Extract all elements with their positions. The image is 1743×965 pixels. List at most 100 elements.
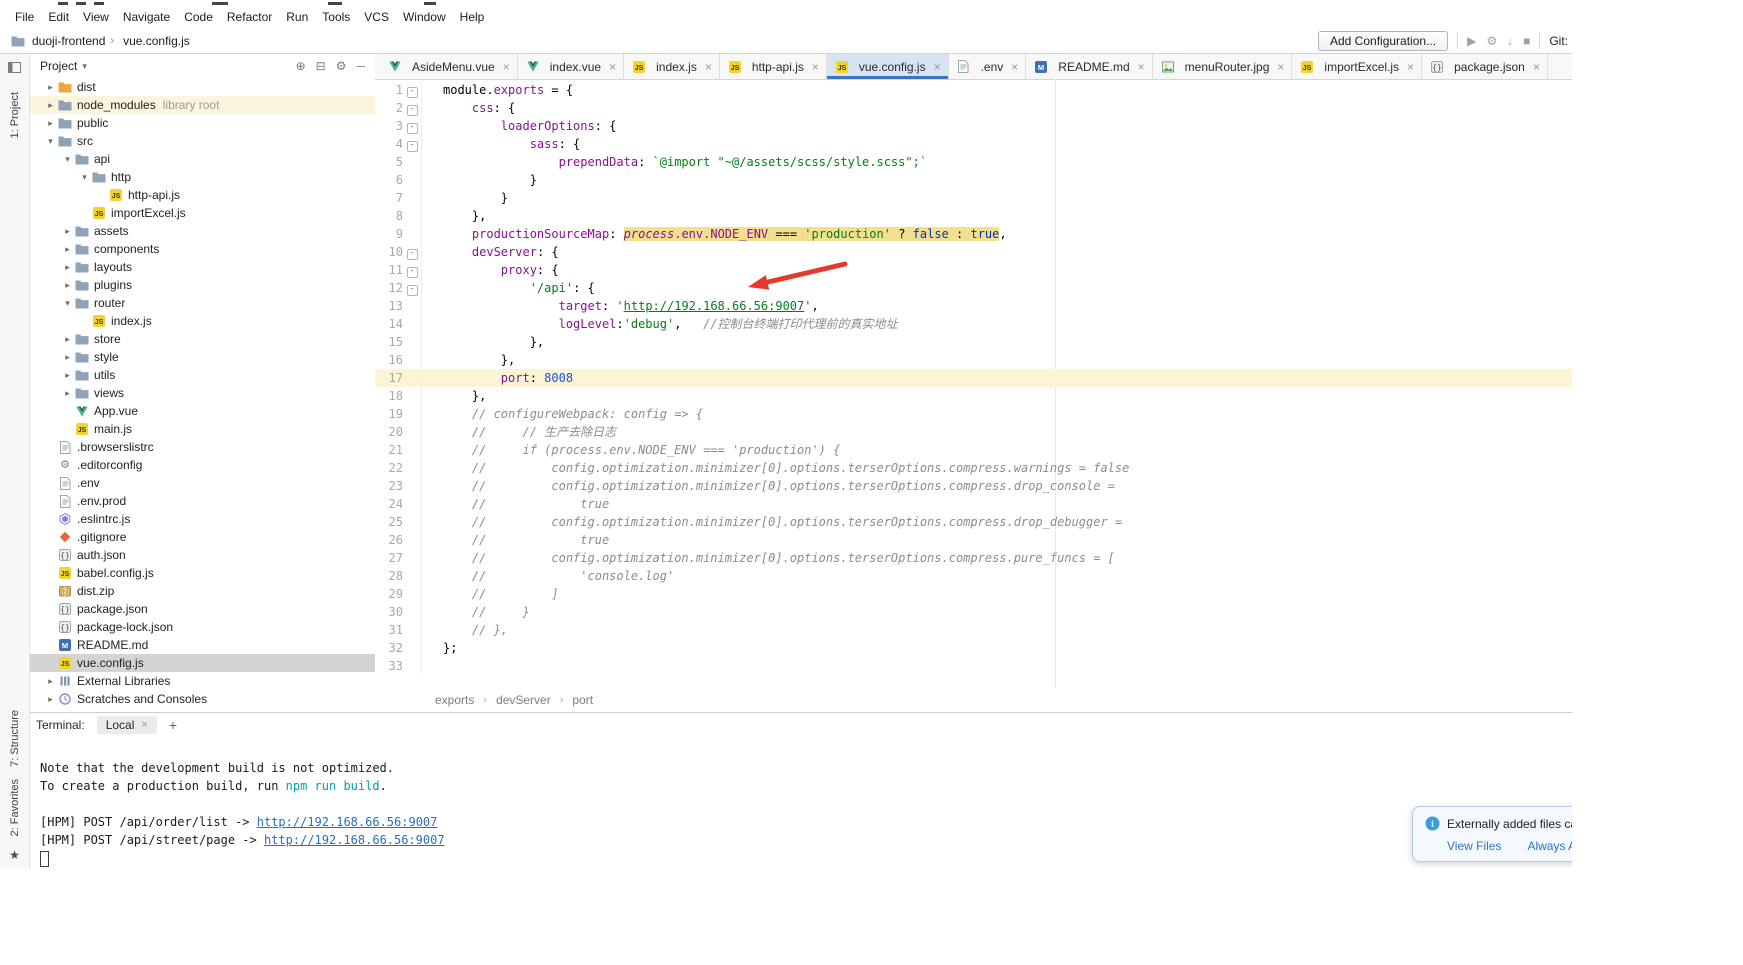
- close-icon[interactable]: ×: [503, 60, 510, 74]
- tree-item-auth-json[interactable]: {}auth.json: [30, 546, 375, 564]
- tree-item-src[interactable]: ▾src: [30, 132, 375, 150]
- collapse-all-icon[interactable]: ⊟: [316, 59, 326, 73]
- locate-icon[interactable]: ⊕: [296, 59, 306, 73]
- code-line[interactable]: 13 target: 'http://192.168.66.56:9007',: [375, 297, 1572, 315]
- tree-item-main-js[interactable]: JSmain.js: [30, 420, 375, 438]
- editor-tab-vue-config-js[interactable]: JSvue.config.js×: [827, 54, 949, 79]
- close-icon[interactable]: ×: [1533, 60, 1540, 74]
- tree-item-utils[interactable]: ▸utils: [30, 366, 375, 384]
- menu-item-vcs[interactable]: VCS: [357, 8, 396, 26]
- editor-tab-importexcel-js[interactable]: JSimportExcel.js×: [1292, 54, 1422, 79]
- tree-item-dist-zip[interactable]: dist.zip: [30, 582, 375, 600]
- chevron-right-icon[interactable]: ▸: [61, 244, 74, 255]
- tree-item-api[interactable]: ▾api: [30, 150, 375, 168]
- tree-item-assets[interactable]: ▸assets: [30, 222, 375, 240]
- code-line[interactable]: 26 // true: [375, 531, 1572, 549]
- code-line[interactable]: 1-module.exports = {: [375, 81, 1572, 99]
- code-line[interactable]: 19 // configureWebpack: config => {: [375, 405, 1572, 423]
- project-panel-title[interactable]: Project: [40, 59, 77, 73]
- menu-item-window[interactable]: Window: [396, 8, 453, 26]
- stripe-favorites-label[interactable]: 2: Favorites: [9, 779, 21, 836]
- breadcrumb-devserver[interactable]: devServer: [496, 693, 551, 707]
- chevron-right-icon[interactable]: ▸: [44, 694, 57, 705]
- code-line[interactable]: 18 },: [375, 387, 1572, 405]
- close-icon[interactable]: ×: [1011, 60, 1018, 74]
- code-line[interactable]: 32};: [375, 639, 1572, 657]
- tree-item-components[interactable]: ▸components: [30, 240, 375, 258]
- tree-item-public[interactable]: ▸public: [30, 114, 375, 132]
- fold-icon[interactable]: -: [407, 141, 418, 152]
- code-line[interactable]: 2- css: {: [375, 99, 1572, 117]
- editor-tab-readme-md[interactable]: MREADME.md×: [1026, 54, 1152, 79]
- editor-tab-index-vue[interactable]: index.vue×: [518, 54, 624, 79]
- project-tree[interactable]: ▸dist▸node_moduleslibrary root▸public▾sr…: [30, 78, 375, 712]
- editor-tab-menurouter-jpg[interactable]: menuRouter.jpg×: [1153, 54, 1293, 79]
- tree-item-http-api-js[interactable]: JShttp-api.js: [30, 186, 375, 204]
- run-icon[interactable]: ▶: [1467, 34, 1476, 48]
- code-line[interactable]: 17 port: 8008: [375, 369, 1572, 387]
- tree-item-vue-config-js[interactable]: JSvue.config.js: [30, 654, 375, 672]
- menu-item-view[interactable]: View: [76, 8, 116, 26]
- breadcrumb-project[interactable]: duoji-frontend: [32, 34, 105, 48]
- tree-item-store[interactable]: ▸store: [30, 330, 375, 348]
- chevron-down-icon[interactable]: ▾: [61, 154, 74, 165]
- tool-window-icon[interactable]: [8, 60, 21, 78]
- code-line[interactable]: 27 // config.optimization.minimizer[0].o…: [375, 549, 1572, 567]
- code-line[interactable]: 24 // true: [375, 495, 1572, 513]
- notification-action-always-add[interactable]: Always Add: [1527, 839, 1572, 853]
- code-line[interactable]: 25 // config.optimization.minimizer[0].o…: [375, 513, 1572, 531]
- settings-icon[interactable]: ⚙: [1486, 34, 1497, 48]
- tree-item-browserslistrc[interactable]: .browserslistrc: [30, 438, 375, 456]
- code-line[interactable]: 14 logLevel:'debug', //控制台终端打印代理前的真实地址: [375, 315, 1572, 333]
- close-icon[interactable]: ×: [934, 60, 941, 74]
- breadcrumb-file[interactable]: vue.config.js: [123, 34, 190, 48]
- tree-item-http[interactable]: ▾http: [30, 168, 375, 186]
- menu-item-run[interactable]: Run: [279, 8, 315, 26]
- menu-item-help[interactable]: Help: [453, 8, 492, 26]
- code-line[interactable]: 11- proxy: {: [375, 261, 1572, 279]
- fold-icon[interactable]: -: [407, 87, 418, 98]
- favorites-star-icon[interactable]: ★: [9, 848, 20, 862]
- tree-item-eslintrc-js[interactable]: .eslintrc.js: [30, 510, 375, 528]
- code-line[interactable]: 21 // if (process.env.NODE_ENV === 'prod…: [375, 441, 1572, 459]
- terminal-cursor[interactable]: [40, 851, 49, 867]
- menu-item-code[interactable]: Code: [177, 8, 220, 26]
- tree-item-package-lock-json[interactable]: {}package-lock.json: [30, 618, 375, 636]
- code-line[interactable]: 33: [375, 657, 1572, 675]
- code-line[interactable]: 15 },: [375, 333, 1572, 351]
- chevron-right-icon[interactable]: ▸: [44, 82, 57, 93]
- code-line[interactable]: 16 },: [375, 351, 1572, 369]
- stripe-project-label[interactable]: 1: Project: [9, 92, 21, 138]
- tree-item-views[interactable]: ▸views: [30, 384, 375, 402]
- tree-item-style[interactable]: ▸style: [30, 348, 375, 366]
- close-icon[interactable]: ×: [1277, 60, 1284, 74]
- editor-tab-http-api-js[interactable]: JShttp-api.js×: [720, 54, 827, 79]
- menu-item-navigate[interactable]: Navigate: [116, 8, 177, 26]
- tree-item-dist[interactable]: ▸dist: [30, 78, 375, 96]
- menu-item-file[interactable]: File: [8, 8, 41, 26]
- code-line[interactable]: 10- devServer: {: [375, 243, 1572, 261]
- chevron-right-icon[interactable]: ▸: [61, 280, 74, 291]
- editor-tab-index-js[interactable]: JSindex.js×: [624, 54, 720, 79]
- chevron-right-icon[interactable]: ▸: [61, 262, 74, 273]
- menu-item-refactor[interactable]: Refactor: [220, 8, 279, 26]
- terminal-tab-local[interactable]: Local ×: [97, 716, 157, 734]
- chevron-right-icon[interactable]: ▸: [61, 352, 74, 363]
- settings-icon[interactable]: ⚙: [336, 59, 347, 73]
- tree-item-external-libraries[interactable]: ▸External Libraries: [30, 672, 375, 690]
- notification-action-view-files[interactable]: View Files: [1447, 839, 1501, 853]
- tree-item-package-json[interactable]: {}package.json: [30, 600, 375, 618]
- chevron-right-icon[interactable]: ▸: [61, 370, 74, 381]
- code-line[interactable]: 5 prependData: `@import "~@/assets/scss/…: [375, 153, 1572, 171]
- tree-item-env[interactable]: .env: [30, 474, 375, 492]
- menu-item-tools[interactable]: Tools: [315, 8, 357, 26]
- fold-icon[interactable]: -: [407, 105, 418, 116]
- chevron-down-icon[interactable]: ▾: [44, 136, 57, 147]
- code-line[interactable]: 29 // ]: [375, 585, 1572, 603]
- tree-item-editorconfig[interactable]: ⚙.editorconfig: [30, 456, 375, 474]
- code-line[interactable]: 30 // }: [375, 603, 1572, 621]
- code-line[interactable]: 31 // },: [375, 621, 1572, 639]
- code-line[interactable]: 20 // // 生产去除日志: [375, 423, 1572, 441]
- chevron-down-icon[interactable]: ▾: [61, 298, 74, 309]
- code-line[interactable]: 9 productionSourceMap: process.env.NODE_…: [375, 225, 1572, 243]
